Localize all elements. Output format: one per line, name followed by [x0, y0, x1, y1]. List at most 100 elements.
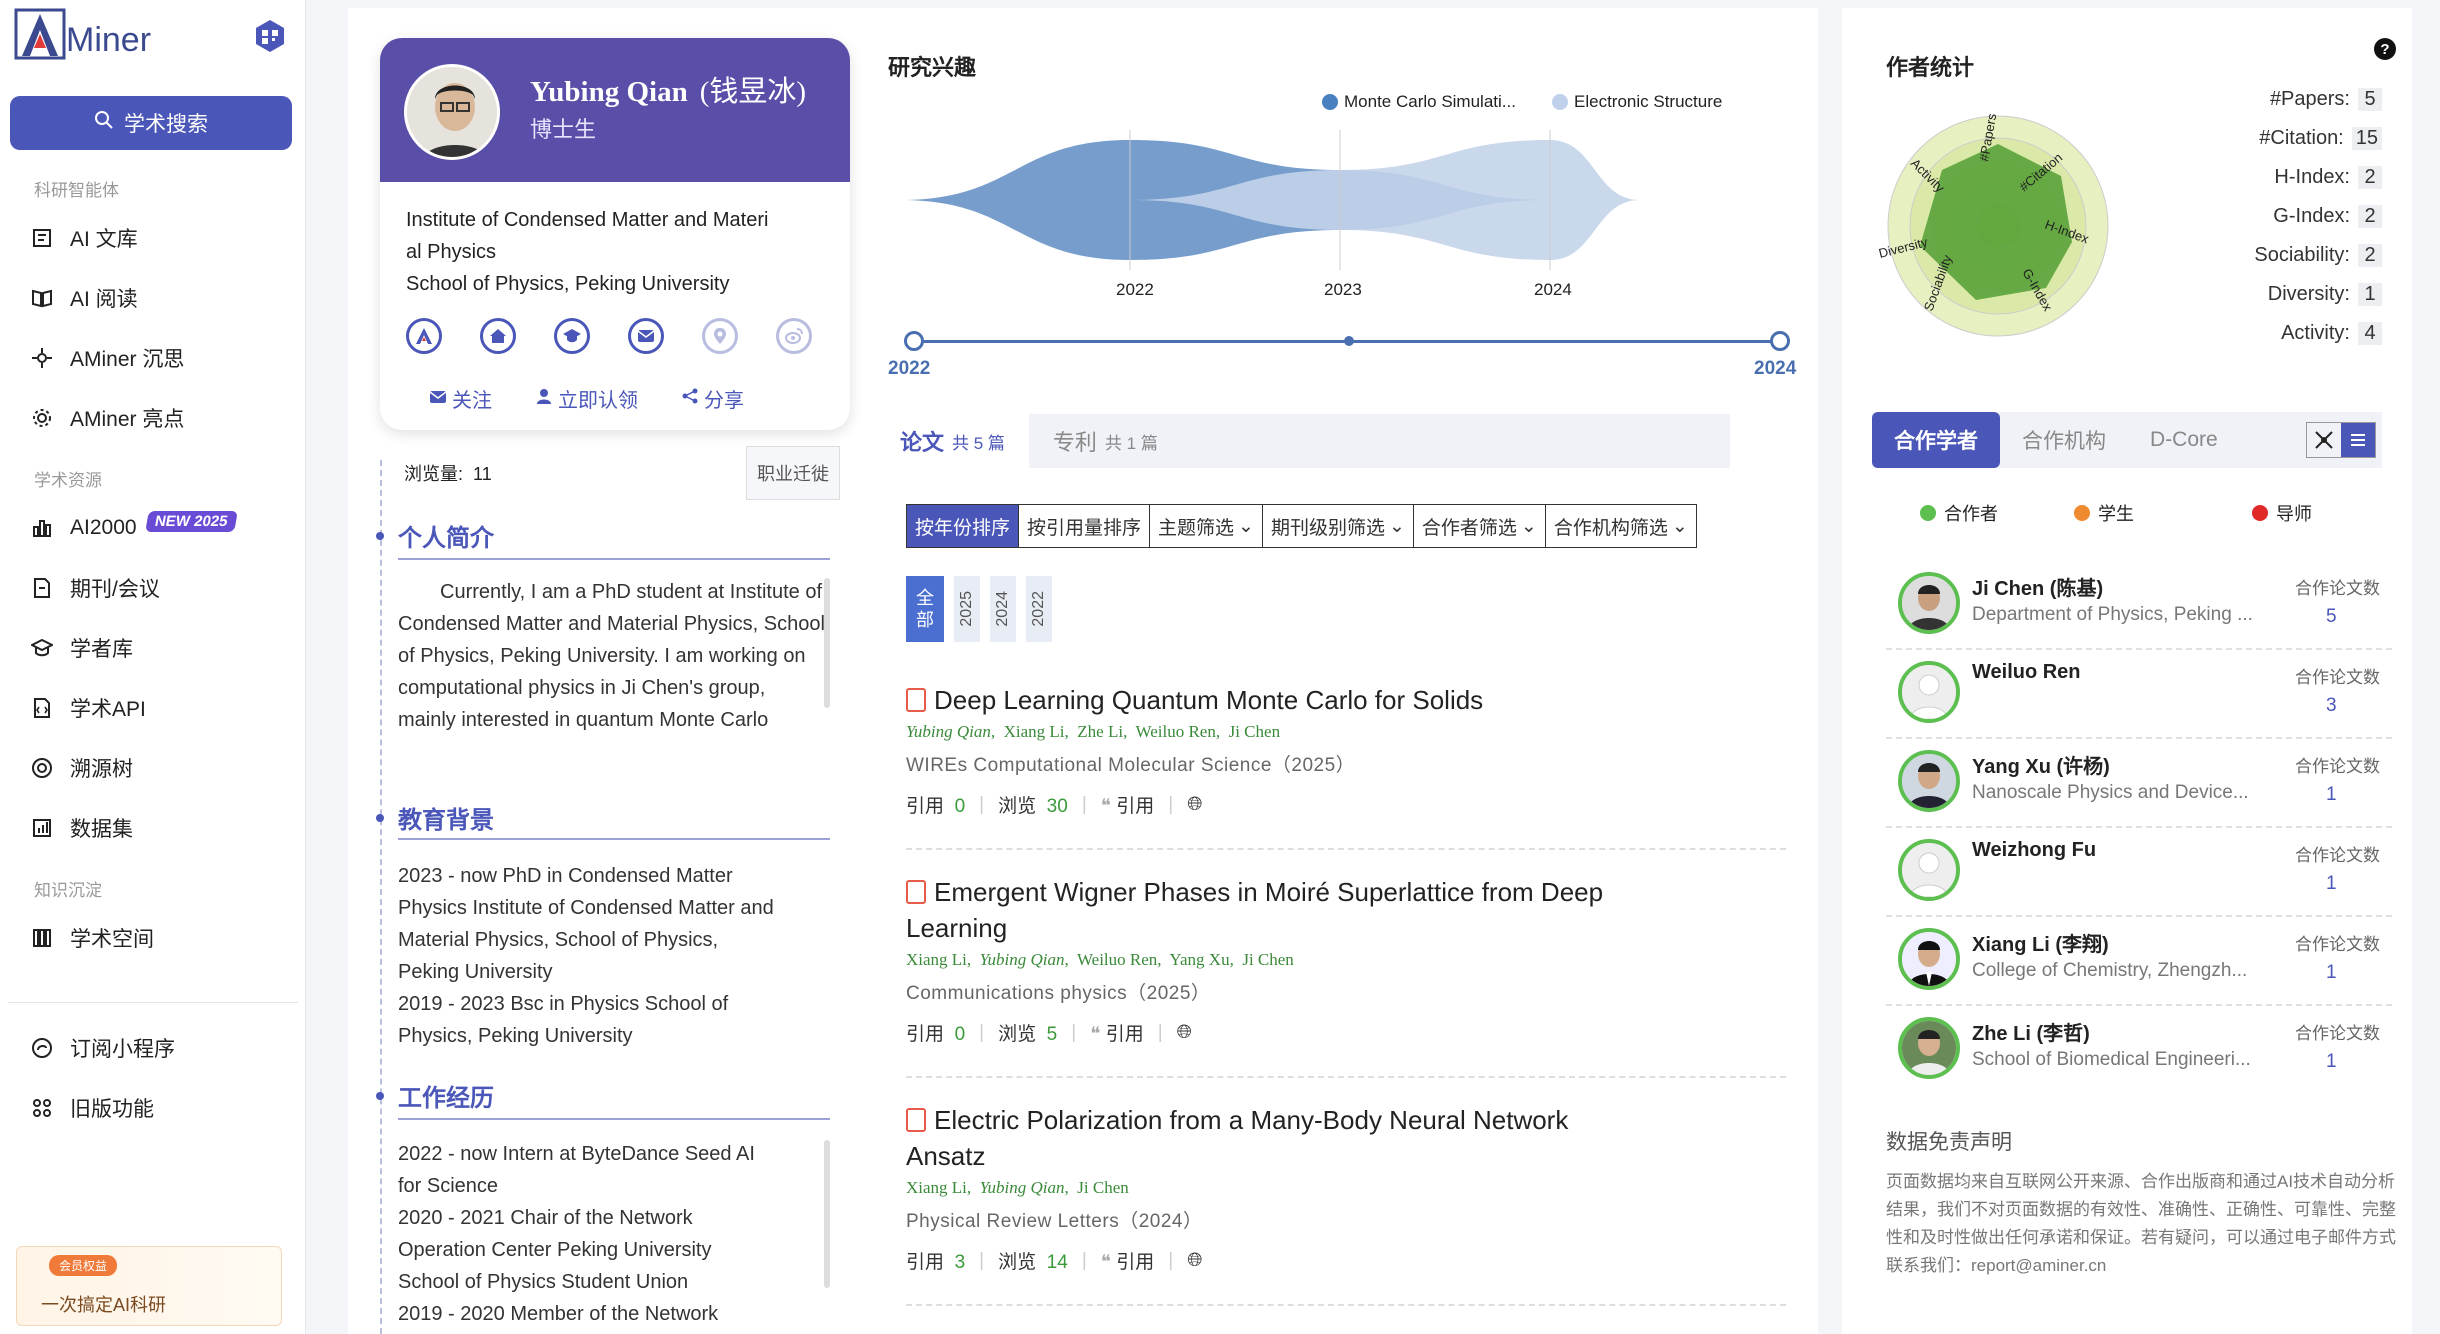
author-link[interactable]: Xiang Li: [906, 1178, 967, 1197]
location-icon[interactable]: [702, 318, 738, 354]
follow-button[interactable]: 关注: [429, 384, 492, 413]
journal-level-filter-dropdown[interactable]: 期刊级别筛选 ⌄: [1263, 505, 1414, 547]
sidebar-item-journals[interactable]: 期刊/会议: [30, 568, 280, 608]
sidebar-item-datasets[interactable]: 数据集: [30, 808, 280, 848]
globe-icon[interactable]: 🌐︎: [1187, 794, 1202, 816]
coauthor-item[interactable]: Ji Chen (陈基) Department of Physics, Peki…: [1886, 562, 2392, 650]
paper-title[interactable]: Electric Polarization from a Many-Body N…: [906, 1102, 1786, 1174]
sidebar-item-trace-tree[interactable]: 溯源树: [30, 748, 280, 788]
avatar: [1898, 572, 1960, 634]
academic-search-button[interactable]: 学术搜索: [10, 96, 292, 150]
coauthor-item[interactable]: Yang Xu (许杨) Nanoscale Physics and Devic…: [1886, 740, 2392, 828]
sidebar-item-legacy[interactable]: 旧版功能: [30, 1088, 280, 1128]
sidebar-item-label: 数据集: [70, 818, 133, 841]
pdf-icon[interactable]: [906, 688, 926, 712]
author-link[interactable]: Yang Xu: [1169, 950, 1229, 969]
research-interests-title: 研究兴趣: [888, 55, 977, 80]
author-link[interactable]: Ji Chen: [1242, 950, 1293, 969]
year-tabs: 全部 2025 2024 2022: [906, 576, 1052, 642]
year-tab-2025[interactable]: 2025: [954, 576, 980, 642]
year-tab-all[interactable]: 全部: [906, 576, 944, 642]
graph-view-icon[interactable]: [2307, 423, 2341, 457]
year-tab-2022[interactable]: 2022: [1026, 576, 1052, 642]
coauthor-item[interactable]: Weizhong Fu 合作论文数 1: [1886, 829, 2392, 917]
year-range-end-handle[interactable]: [1770, 331, 1790, 351]
sidebar-item-label: AMiner 沉思: [70, 348, 185, 371]
legend-swatch: [1920, 505, 1936, 521]
author-link[interactable]: Yubing Qian: [980, 950, 1065, 969]
coauthor-filter-dropdown[interactable]: 合作者筛选 ⌄: [1414, 505, 1546, 547]
author-link[interactable]: Xiang Li: [906, 950, 967, 969]
sidebar-item-aminer-highlights[interactable]: AMiner 亮点: [30, 398, 280, 438]
author-link[interactable]: Weiluo Ren: [1136, 722, 1216, 741]
pdf-icon[interactable]: [906, 1108, 926, 1132]
email-icon[interactable]: [628, 318, 664, 354]
share-button[interactable]: 分享: [682, 384, 744, 413]
cite-button[interactable]: ❝ 引用: [1090, 1019, 1144, 1046]
institution-filter-dropdown[interactable]: 合作机构筛选 ⌄: [1546, 505, 1696, 547]
author-link[interactable]: Yubing Qian: [980, 1178, 1065, 1197]
sidebar-item-ai-library[interactable]: AI 文库: [30, 218, 280, 258]
paper-title[interactable]: Deep Learning Quantum Monte Carlo for So…: [906, 682, 1786, 718]
education-title: 教育背景: [398, 807, 494, 834]
career-migration-button[interactable]: 职业迁徙: [746, 446, 840, 500]
tab-papers[interactable]: 论文共 5 篇: [876, 414, 1029, 468]
sidebar-item-ai-reading[interactable]: AI 阅读: [30, 278, 280, 318]
year-tab-2024[interactable]: 2024: [990, 576, 1016, 642]
coauthor-item[interactable]: Weiluo Ren 合作论文数 3: [1886, 651, 2392, 739]
paper-title[interactable]: Emergent Wigner Phases in Moiré Superlat…: [906, 874, 1786, 946]
globe-icon[interactable]: 🌐︎: [1177, 1022, 1192, 1044]
legend-swatch: [2252, 505, 2268, 521]
author-link[interactable]: Xiang Li: [1004, 722, 1065, 741]
legend-item-electronic-structure[interactable]: Electronic Structure: [1552, 92, 1722, 112]
tab-patents[interactable]: 专利共 1 篇: [1029, 414, 1182, 468]
homepage-icon[interactable]: [480, 318, 516, 354]
tab-coauthors[interactable]: 合作学者: [1872, 412, 2000, 468]
membership-promo[interactable]: 会员权益 一次搞定AI科研: [16, 1246, 282, 1326]
weibo-icon[interactable]: [776, 318, 812, 354]
tab-d-core[interactable]: D-Core: [2128, 412, 2240, 468]
help-icon[interactable]: ?: [2374, 38, 2396, 60]
sidebar-item-academic-space[interactable]: 学术空间: [30, 918, 280, 958]
profile-name: Yubing Qian (钱昱冰): [530, 76, 807, 108]
legend-swatch: [1552, 94, 1568, 110]
author-link[interactable]: Ji Chen: [1229, 722, 1280, 741]
bio-scrollbar[interactable]: [824, 578, 830, 708]
bookshelf-icon: [30, 926, 54, 950]
coauthor-item[interactable]: Xiang Li (李翔) College of Chemistry, Zhen…: [1886, 918, 2392, 1006]
work-scrollbar[interactable]: [824, 1140, 830, 1288]
author-link[interactable]: Ji Chen: [1077, 1178, 1128, 1197]
sidebar-item-aminer-chensi[interactable]: AMiner 沉思: [30, 338, 280, 378]
sidebar-item-mini-program[interactable]: 订阅小程序: [30, 1028, 280, 1068]
section-ai-agents: 科研智能体: [34, 181, 119, 200]
sort-by-citation-button[interactable]: 按引用量排序: [1019, 505, 1151, 547]
legend-label: 学生: [2098, 504, 2134, 524]
cite-button[interactable]: ❝ 引用: [1101, 1247, 1155, 1274]
author-stats-radar: #Papers #Citation H-Index G-Index Sociab…: [1877, 112, 2109, 337]
sort-by-year-button[interactable]: 按年份排序: [907, 505, 1020, 547]
claim-button[interactable]: 立即认领: [536, 384, 638, 413]
graduation-cap-icon[interactable]: [554, 318, 590, 354]
year-range-start-handle[interactable]: [904, 331, 924, 351]
sidebar-item-api[interactable]: 学术API: [30, 688, 280, 728]
pdf-icon[interactable]: [906, 880, 926, 904]
sidebar-item-ai2000[interactable]: AI2000 NEW 2025: [30, 508, 280, 548]
author-link[interactable]: Weiluo Ren: [1077, 950, 1157, 969]
legend-label: Monte Carlo Simulati...: [1344, 92, 1516, 111]
work-title: 工作经历: [398, 1085, 494, 1112]
globe-icon[interactable]: 🌐︎: [1187, 1250, 1202, 1272]
list-view-icon[interactable]: [2341, 423, 2375, 457]
tab-institutions[interactable]: 合作机构: [2000, 412, 2128, 468]
stat-citation: #Citation: 15: [2259, 127, 2382, 150]
legend-item-monte-carlo[interactable]: Monte Carlo Simulati...: [1322, 92, 1516, 112]
sidebar-item-scholars[interactable]: 学者库: [30, 628, 280, 668]
new-badge: NEW 2025: [144, 510, 237, 532]
aminer-icon[interactable]: [406, 318, 442, 354]
topic-filter-dropdown[interactable]: 主题筛选 ⌄: [1150, 505, 1263, 547]
author-link[interactable]: Zhe Li: [1077, 722, 1123, 741]
aminer-logo[interactable]: Miner: [14, 8, 151, 60]
cite-button[interactable]: ❝ 引用: [1101, 791, 1155, 818]
coauthor-item[interactable]: Zhe Li (李哲) School of Biomedical Enginee…: [1886, 1007, 2392, 1095]
qr-code-icon[interactable]: [252, 18, 288, 54]
author-link[interactable]: Yubing Qian: [906, 722, 991, 741]
